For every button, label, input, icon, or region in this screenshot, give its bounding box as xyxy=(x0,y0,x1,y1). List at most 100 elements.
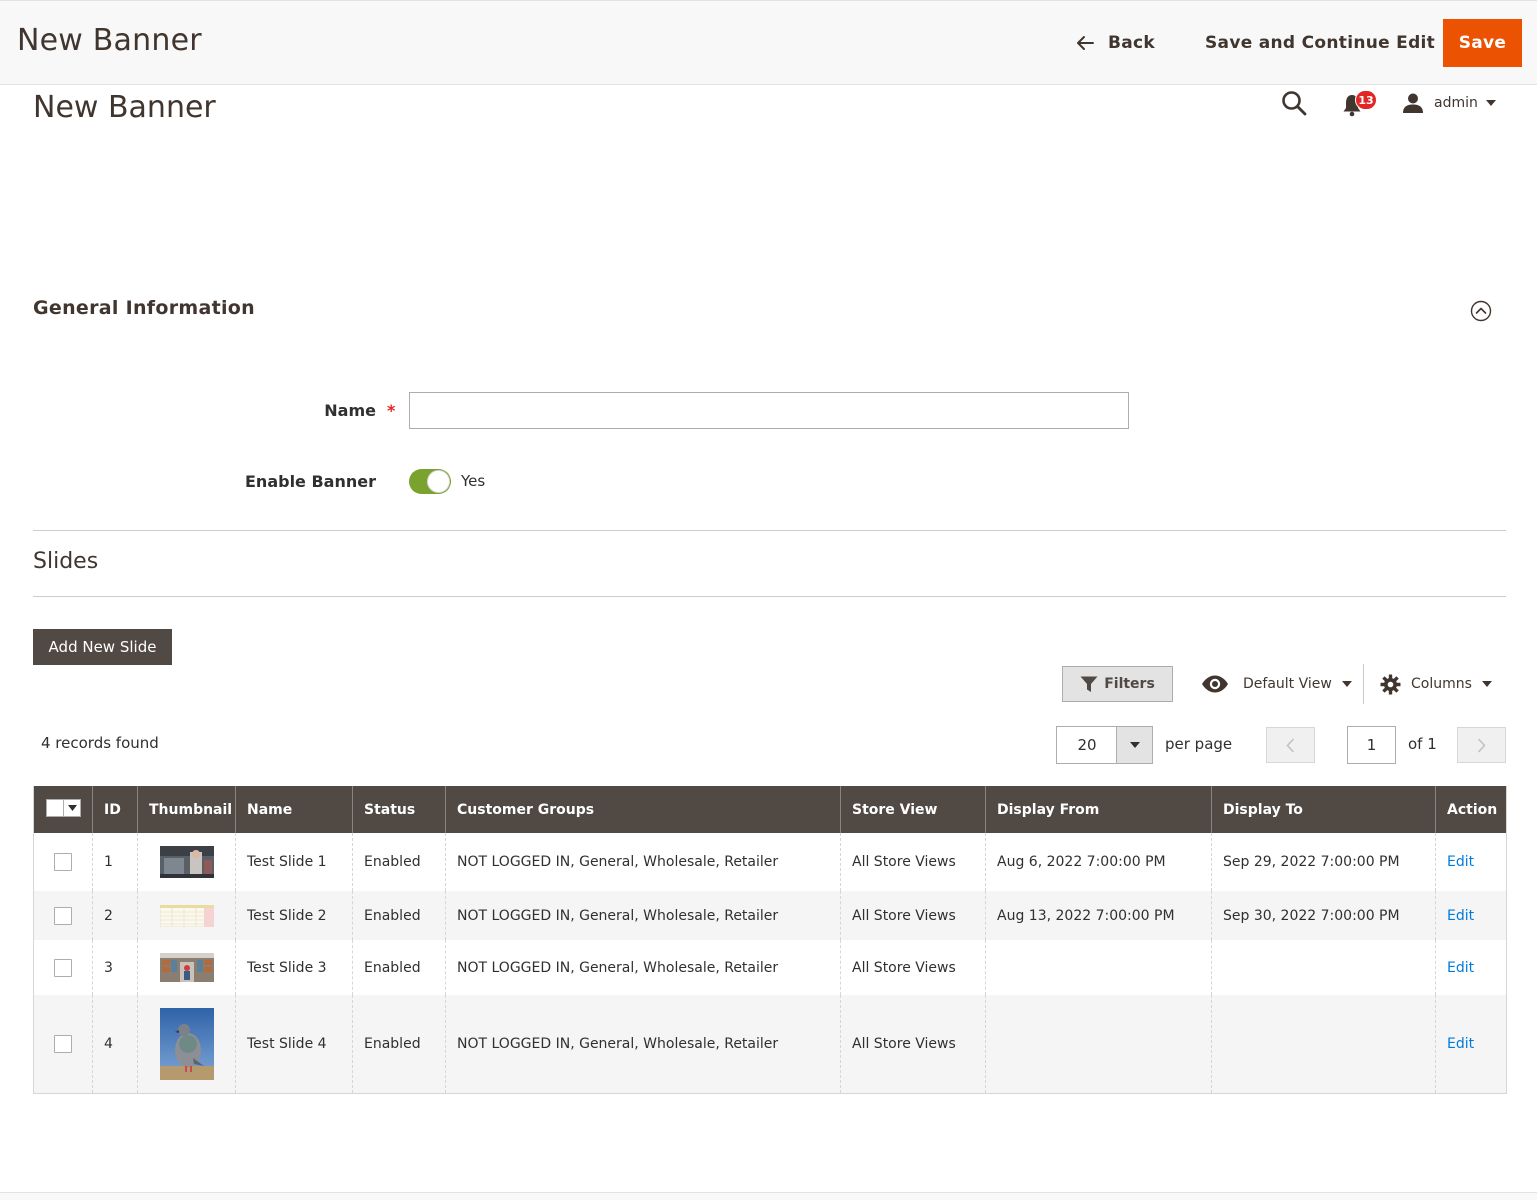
add-new-slide-button[interactable]: Add New Slide xyxy=(33,629,172,665)
cell-action: Edit xyxy=(1435,891,1507,940)
column-header-name[interactable]: Name xyxy=(235,786,353,833)
previous-page-button[interactable] xyxy=(1266,727,1315,763)
cell-display-from xyxy=(985,940,1212,995)
global-search-button[interactable] xyxy=(1281,90,1307,116)
row-select-cell xyxy=(33,940,93,995)
slide-thumbnail-3[interactable] xyxy=(159,953,214,982)
per-page-select[interactable]: 20 xyxy=(1056,726,1153,764)
cell-name: Test Slide 2 xyxy=(235,891,353,940)
edit-link[interactable]: Edit xyxy=(1447,854,1474,870)
eye-icon xyxy=(1202,675,1228,693)
column-header-id[interactable]: ID xyxy=(92,786,138,833)
slide-thumbnail-2[interactable] xyxy=(159,904,214,927)
cell-display-to xyxy=(1211,995,1436,1093)
per-page-value: 20 xyxy=(1077,736,1097,754)
enable-banner-value: Yes xyxy=(461,472,486,490)
sticky-header: New Banner Back Save and Continue Edit S… xyxy=(0,0,1537,85)
cell-thumbnail xyxy=(137,891,236,940)
user-icon xyxy=(1403,93,1423,113)
edit-link[interactable]: Edit xyxy=(1447,960,1474,976)
section-divider xyxy=(33,530,1506,531)
row-checkbox[interactable] xyxy=(54,1034,72,1053)
column-header-store-view[interactable]: Store View xyxy=(840,786,986,833)
save-button[interactable]: Save xyxy=(1443,19,1522,67)
cell-status: Enabled xyxy=(352,891,446,940)
cell-id: 1 xyxy=(92,833,138,891)
back-button-label: Back xyxy=(1108,33,1156,53)
collapse-section-button[interactable] xyxy=(1470,300,1492,322)
next-page-button[interactable] xyxy=(1457,727,1506,763)
cell-customer-groups: NOT LOGGED IN, General, Wholesale, Retai… xyxy=(445,940,841,995)
column-header-action: Action xyxy=(1435,786,1507,833)
page-footer-edge xyxy=(0,1192,1537,1200)
name-input[interactable] xyxy=(409,392,1129,429)
admin-user-menu[interactable]: admin xyxy=(1402,90,1496,116)
edit-link[interactable]: Edit xyxy=(1447,1036,1474,1052)
back-button[interactable]: Back xyxy=(1076,27,1155,59)
cell-status: Enabled xyxy=(352,995,446,1093)
per-page-dropdown-toggle[interactable] xyxy=(1116,727,1152,763)
filters-button[interactable]: Filters xyxy=(1062,666,1173,702)
row-checkbox[interactable] xyxy=(54,906,72,925)
caret-down-icon xyxy=(1129,742,1140,748)
cell-customer-groups: NOT LOGGED IN, General, Wholesale, Retai… xyxy=(445,891,841,940)
edit-link[interactable]: Edit xyxy=(1447,908,1474,924)
cell-thumbnail xyxy=(137,995,236,1093)
save-and-continue-button[interactable]: Save and Continue Edit xyxy=(1205,27,1435,59)
toggle-knob xyxy=(427,470,450,493)
slide-thumbnail-1[interactable] xyxy=(159,846,214,878)
cell-store-view: All Store Views xyxy=(840,833,986,891)
mass-select-header xyxy=(33,786,93,833)
cell-store-view: All Store Views xyxy=(840,891,986,940)
required-mark: * xyxy=(387,401,396,420)
general-information-title: General Information xyxy=(33,297,255,319)
cell-status: Enabled xyxy=(352,833,446,891)
mass-select-checkbox[interactable] xyxy=(46,799,81,817)
cell-name: Test Slide 4 xyxy=(235,995,353,1093)
column-header-status[interactable]: Status xyxy=(352,786,446,833)
columns-dropdown[interactable]: Columns xyxy=(1380,666,1492,702)
row-checkbox[interactable] xyxy=(54,958,72,977)
cell-display-from xyxy=(985,995,1212,1093)
slides-section-title: Slides xyxy=(33,549,99,574)
row-checkbox[interactable] xyxy=(54,853,72,871)
table-row: 4 Test Slide 4 Enabled NOT LOGGED IN, Ge… xyxy=(33,995,1507,1093)
slide-thumbnail-4[interactable] xyxy=(159,1007,214,1080)
chevron-left-icon xyxy=(1286,737,1295,753)
filters-label: Filters xyxy=(1104,676,1155,692)
caret-down-icon xyxy=(67,805,77,811)
cell-id: 2 xyxy=(92,891,138,940)
column-header-display-from[interactable]: Display From xyxy=(985,786,1212,833)
mass-select-arrow xyxy=(64,800,80,816)
default-view-dropdown[interactable]: Default View xyxy=(1201,666,1352,702)
cell-action: Edit xyxy=(1435,833,1507,891)
cell-id: 4 xyxy=(92,995,138,1093)
current-page-input[interactable]: 1 xyxy=(1347,726,1396,764)
cell-id: 3 xyxy=(92,940,138,995)
cell-customer-groups: NOT LOGGED IN, General, Wholesale, Retai… xyxy=(445,995,841,1093)
mass-select-box xyxy=(47,800,64,816)
cell-display-to xyxy=(1211,940,1436,995)
caret-down-icon xyxy=(1341,681,1352,687)
admin-user-name: admin xyxy=(1434,95,1478,111)
column-header-thumbnail[interactable]: Thumbnail xyxy=(137,786,236,833)
table-row: 2 Test Slide 2 Enabled NOT LOGGED IN, Ge… xyxy=(33,891,1507,940)
notifications-button[interactable]: 13 xyxy=(1342,90,1380,118)
notification-count-badge: 13 xyxy=(1355,90,1377,110)
column-header-customer-groups[interactable]: Customer Groups xyxy=(445,786,841,833)
cell-display-to: Sep 30, 2022 7:00:00 PM xyxy=(1211,891,1436,940)
enable-banner-toggle[interactable] xyxy=(409,469,451,494)
row-select-cell xyxy=(33,891,93,940)
cell-action: Edit xyxy=(1435,940,1507,995)
column-header-display-to[interactable]: Display To xyxy=(1211,786,1436,833)
page-title: New Banner xyxy=(33,90,216,125)
gear-icon xyxy=(1380,674,1401,694)
cell-name: Test Slide 1 xyxy=(235,833,353,891)
cell-name: Test Slide 3 xyxy=(235,940,353,995)
per-page-label: per page xyxy=(1165,735,1233,753)
cell-action: Edit xyxy=(1435,995,1507,1093)
cell-status: Enabled xyxy=(352,940,446,995)
total-pages: of 1 xyxy=(1408,735,1437,753)
caret-down-icon xyxy=(1481,681,1492,687)
cell-thumbnail xyxy=(137,833,236,891)
